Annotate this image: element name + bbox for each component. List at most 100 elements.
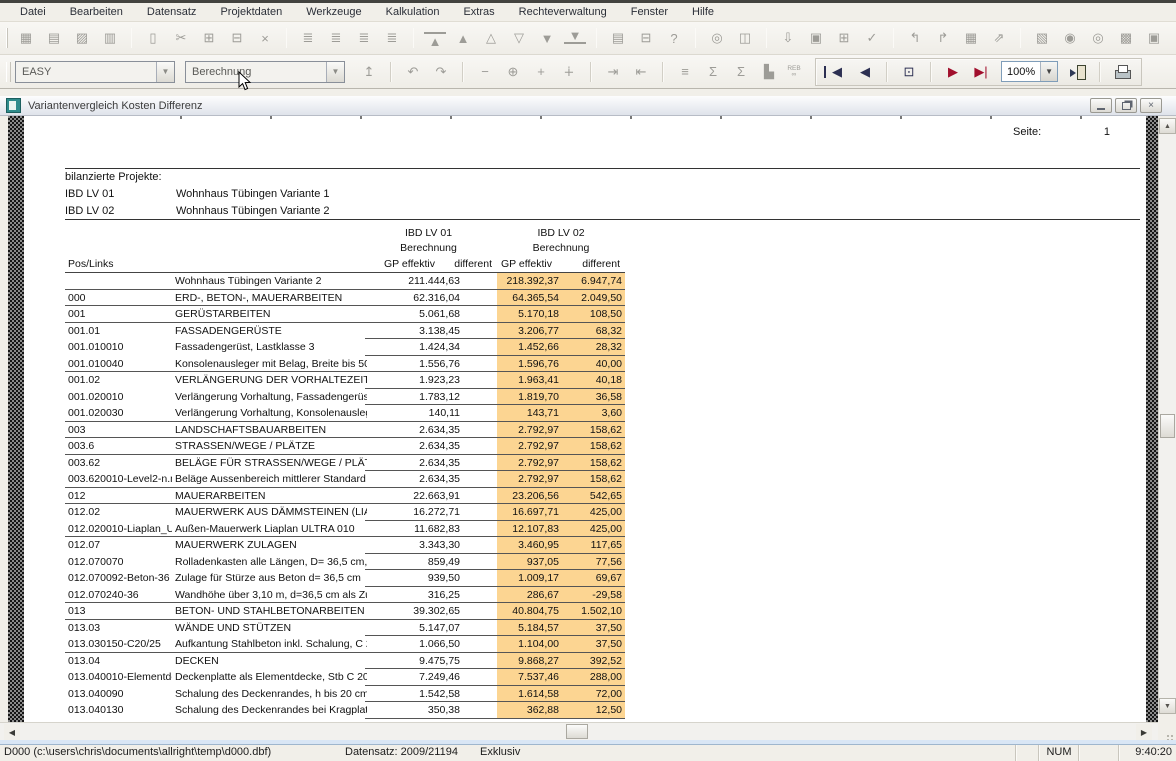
archive-icon[interactable]: ▣: [805, 27, 827, 49]
move-down-icon[interactable]: ▽: [508, 27, 530, 49]
row-pos: 000: [68, 290, 172, 307]
chevron-down-icon[interactable]: ▼: [156, 62, 174, 82]
redo-icon[interactable]: ↷: [430, 61, 452, 83]
menu-item-hilfe[interactable]: Hilfe: [680, 4, 726, 21]
sum-select-icon[interactable]: Σ: [702, 61, 724, 83]
menu-item-datensatz[interactable]: Datensatz: [135, 4, 209, 21]
vertical-scrollbar[interactable]: ▲ ▼: [1158, 118, 1176, 714]
import-icon[interactable]: ⇩: [777, 27, 799, 49]
menu-item-extras[interactable]: Extras: [451, 4, 506, 21]
move-up-icon[interactable]: △: [480, 27, 502, 49]
shift-left-icon[interactable]: ⇤: [630, 61, 652, 83]
delete-icon[interactable]: ×: [254, 27, 276, 49]
different-header: different: [440, 258, 492, 270]
row-gp-effektiv-1: 1.424,34: [365, 339, 460, 356]
row-gp-effektiv-2: 2.792,97: [497, 438, 559, 455]
edit-filter-icon[interactable]: ▧: [1031, 27, 1053, 49]
zoom-in-icon[interactable]: ◉: [1059, 27, 1081, 49]
address-book-icon[interactable]: ▥: [99, 27, 121, 49]
doc-add-icon[interactable]: ⊞: [833, 27, 855, 49]
row-different-2: 425,00: [559, 504, 625, 521]
insert-above-icon[interactable]: ⊕: [502, 61, 524, 83]
chart-icon[interactable]: ▙: [758, 61, 780, 83]
rotate-forward-icon[interactable]: ↱: [932, 27, 954, 49]
menu-item-datei[interactable]: Datei: [8, 4, 58, 21]
image-icon[interactable]: ▨: [71, 27, 93, 49]
start-icon[interactable]: ▶: [942, 61, 964, 83]
outline-level1-icon[interactable]: ≣: [297, 27, 319, 49]
copy-pages-icon[interactable]: ⊡: [898, 61, 920, 83]
table-row: 012.070092-Beton-36Zulage für Stürze aus…: [65, 570, 625, 587]
prev-record-icon[interactable]: ◀: [854, 61, 876, 83]
new-document-icon[interactable]: ▯: [142, 27, 164, 49]
paste-icon[interactable]: ⊟: [226, 27, 248, 49]
toolbar-grip[interactable]: [6, 28, 8, 48]
move-down-fast-icon[interactable]: ▼: [536, 27, 558, 49]
last-record-icon[interactable]: ▶|: [970, 61, 992, 83]
menu-item-kalkulation[interactable]: Kalkulation: [374, 4, 452, 21]
zoom-combobox[interactable]: 100%▼: [1001, 61, 1058, 82]
horizontal-scrollbar[interactable]: ◀ ▶: [0, 722, 1158, 741]
toolbar-grip[interactable]: [6, 62, 11, 82]
document-window-titlebar[interactable]: Variantenvergleich Kosten Differenz ×: [0, 96, 1176, 116]
report-icon[interactable]: ▤: [607, 27, 629, 49]
profile-combobox[interactable]: EASY ▼: [15, 61, 175, 83]
scroll-left-icon[interactable]: ◀: [4, 724, 20, 740]
restore-button[interactable]: [1115, 98, 1137, 113]
scroll-down-icon[interactable]: ▼: [1159, 698, 1176, 714]
scroll-right-icon[interactable]: ▶: [1136, 724, 1152, 740]
copy-icon[interactable]: ⊞: [198, 27, 220, 49]
chevron-down-icon[interactable]: ▼: [1040, 62, 1057, 81]
insert-row-icon[interactable]: +: [530, 61, 552, 83]
remove-row-icon[interactable]: −: [474, 61, 496, 83]
row-gp-effektiv-2: 362,88: [497, 702, 559, 719]
move-first-icon[interactable]: ▲: [424, 32, 446, 48]
zoom-out-icon[interactable]: ◎: [1087, 27, 1109, 49]
first-record-icon[interactable]: ◀: [824, 66, 848, 78]
split-view-icon[interactable]: ◫: [734, 27, 756, 49]
search-icon[interactable]: ◎: [706, 27, 728, 49]
doc-check-icon[interactable]: ✓: [861, 27, 883, 49]
chevron-down-icon[interactable]: ▼: [326, 62, 344, 82]
print-icon[interactable]: ⊟: [635, 27, 657, 49]
move-up-fast-icon[interactable]: ▲: [452, 27, 474, 49]
outline-level4-icon[interactable]: ≣: [381, 27, 403, 49]
rotate-back-icon[interactable]: ↰: [904, 27, 926, 49]
reb-icon[interactable]: REB∞: [783, 66, 805, 78]
pin-icon[interactable]: ⇗: [988, 27, 1010, 49]
undo-icon[interactable]: ↶: [402, 61, 424, 83]
vertical-scroll-thumb[interactable]: [1160, 414, 1175, 438]
menu-item-bearbeiten[interactable]: Bearbeiten: [58, 4, 135, 21]
outline-level2-icon[interactable]: ≣: [325, 27, 347, 49]
shift-right-icon[interactable]: ⇥: [602, 61, 624, 83]
insert-multi-icon[interactable]: ∔: [558, 61, 580, 83]
resize-grip[interactable]: [1158, 722, 1176, 740]
scroll-up-icon[interactable]: ▲: [1159, 118, 1176, 134]
horizontal-scroll-thumb[interactable]: [566, 724, 588, 739]
row-gp-effektiv-1: 62.316,04: [365, 290, 460, 307]
search-next-icon[interactable]: ◍: [1171, 27, 1176, 49]
cut-icon[interactable]: ✂: [170, 27, 192, 49]
close-button[interactable]: ×: [1140, 98, 1162, 113]
exit-preview-icon[interactable]: [1067, 61, 1089, 83]
outline-level3-icon[interactable]: ≣: [353, 27, 375, 49]
row-description: WÄNDE UND STÜTZEN: [175, 620, 367, 637]
minimize-button[interactable]: [1090, 98, 1112, 113]
properties-icon[interactable]: ▤: [43, 27, 65, 49]
open-report-icon[interactable]: ↥: [358, 61, 380, 83]
table-icon[interactable]: ▣: [1143, 27, 1165, 49]
list-icon[interactable]: ≡: [674, 61, 696, 83]
print-preview-icon[interactable]: [1111, 61, 1133, 83]
menu-item-projektdaten[interactable]: Projektdaten: [208, 4, 294, 21]
row-pos: 003.62: [68, 455, 172, 472]
doc-search-icon[interactable]: ▩: [1115, 27, 1137, 49]
menu-item-werkzeuge[interactable]: Werkzeuge: [294, 4, 373, 21]
mode-combobox[interactable]: Berechnung ▼: [185, 61, 345, 83]
sum-icon[interactable]: Σ: [730, 61, 752, 83]
help-icon[interactable]: ?: [663, 27, 685, 49]
preview-icon[interactable]: ▦: [15, 27, 37, 49]
menu-item-fenster[interactable]: Fenster: [619, 4, 680, 21]
menu-item-rechteverwaltung[interactable]: Rechteverwaltung: [507, 4, 619, 21]
tiles-icon[interactable]: ▦: [960, 27, 982, 49]
move-last-icon[interactable]: ▼: [564, 28, 586, 44]
